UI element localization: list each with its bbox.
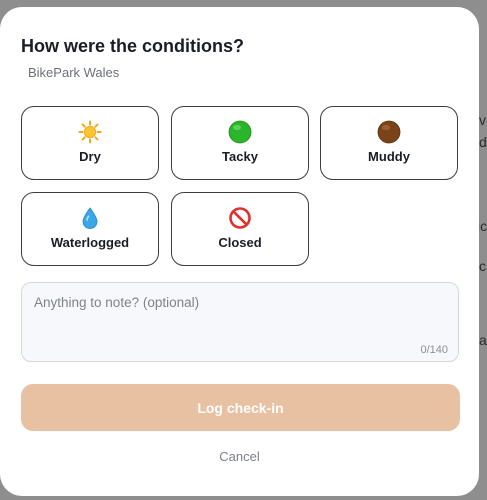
character-counter: 0/140	[420, 344, 448, 356]
background-text-fragment: v	[479, 112, 486, 128]
park-name: BikePark Wales	[28, 65, 120, 80]
droplet-icon	[82, 207, 98, 229]
cancel-link[interactable]: Cancel	[0, 449, 479, 464]
condition-option-label: Muddy	[368, 149, 410, 164]
note-field: 0/140	[21, 282, 459, 362]
prohibited-icon	[229, 207, 251, 229]
condition-option-label: Waterlogged	[50, 235, 130, 250]
note-input[interactable]	[22, 283, 458, 361]
condition-option-label: Dry	[79, 149, 101, 164]
condition-option-tacky[interactable]: Tacky	[171, 106, 309, 180]
condition-option-waterlogged[interactable]: Waterlogged	[21, 192, 159, 266]
sun-icon	[78, 120, 102, 144]
log-check-in-button[interactable]: Log check-in	[21, 384, 460, 431]
green-circle-icon	[228, 120, 252, 144]
condition-option-label: Closed	[218, 235, 262, 250]
condition-option-muddy[interactable]: Muddy	[320, 106, 458, 180]
brown-circle-icon	[377, 120, 401, 144]
condition-option-dry[interactable]: Dry	[21, 106, 159, 180]
background-text-fragment: c	[479, 258, 486, 274]
condition-option-closed[interactable]: Closed	[171, 192, 309, 266]
dialog-title: How were the conditions?	[21, 36, 245, 56]
background-text-fragment: a	[479, 332, 487, 348]
background-text-fragment: d	[479, 134, 487, 150]
conditions-dialog: How were the conditions? BikePark Wales …	[0, 7, 479, 496]
condition-option-label: Tacky	[222, 149, 258, 164]
